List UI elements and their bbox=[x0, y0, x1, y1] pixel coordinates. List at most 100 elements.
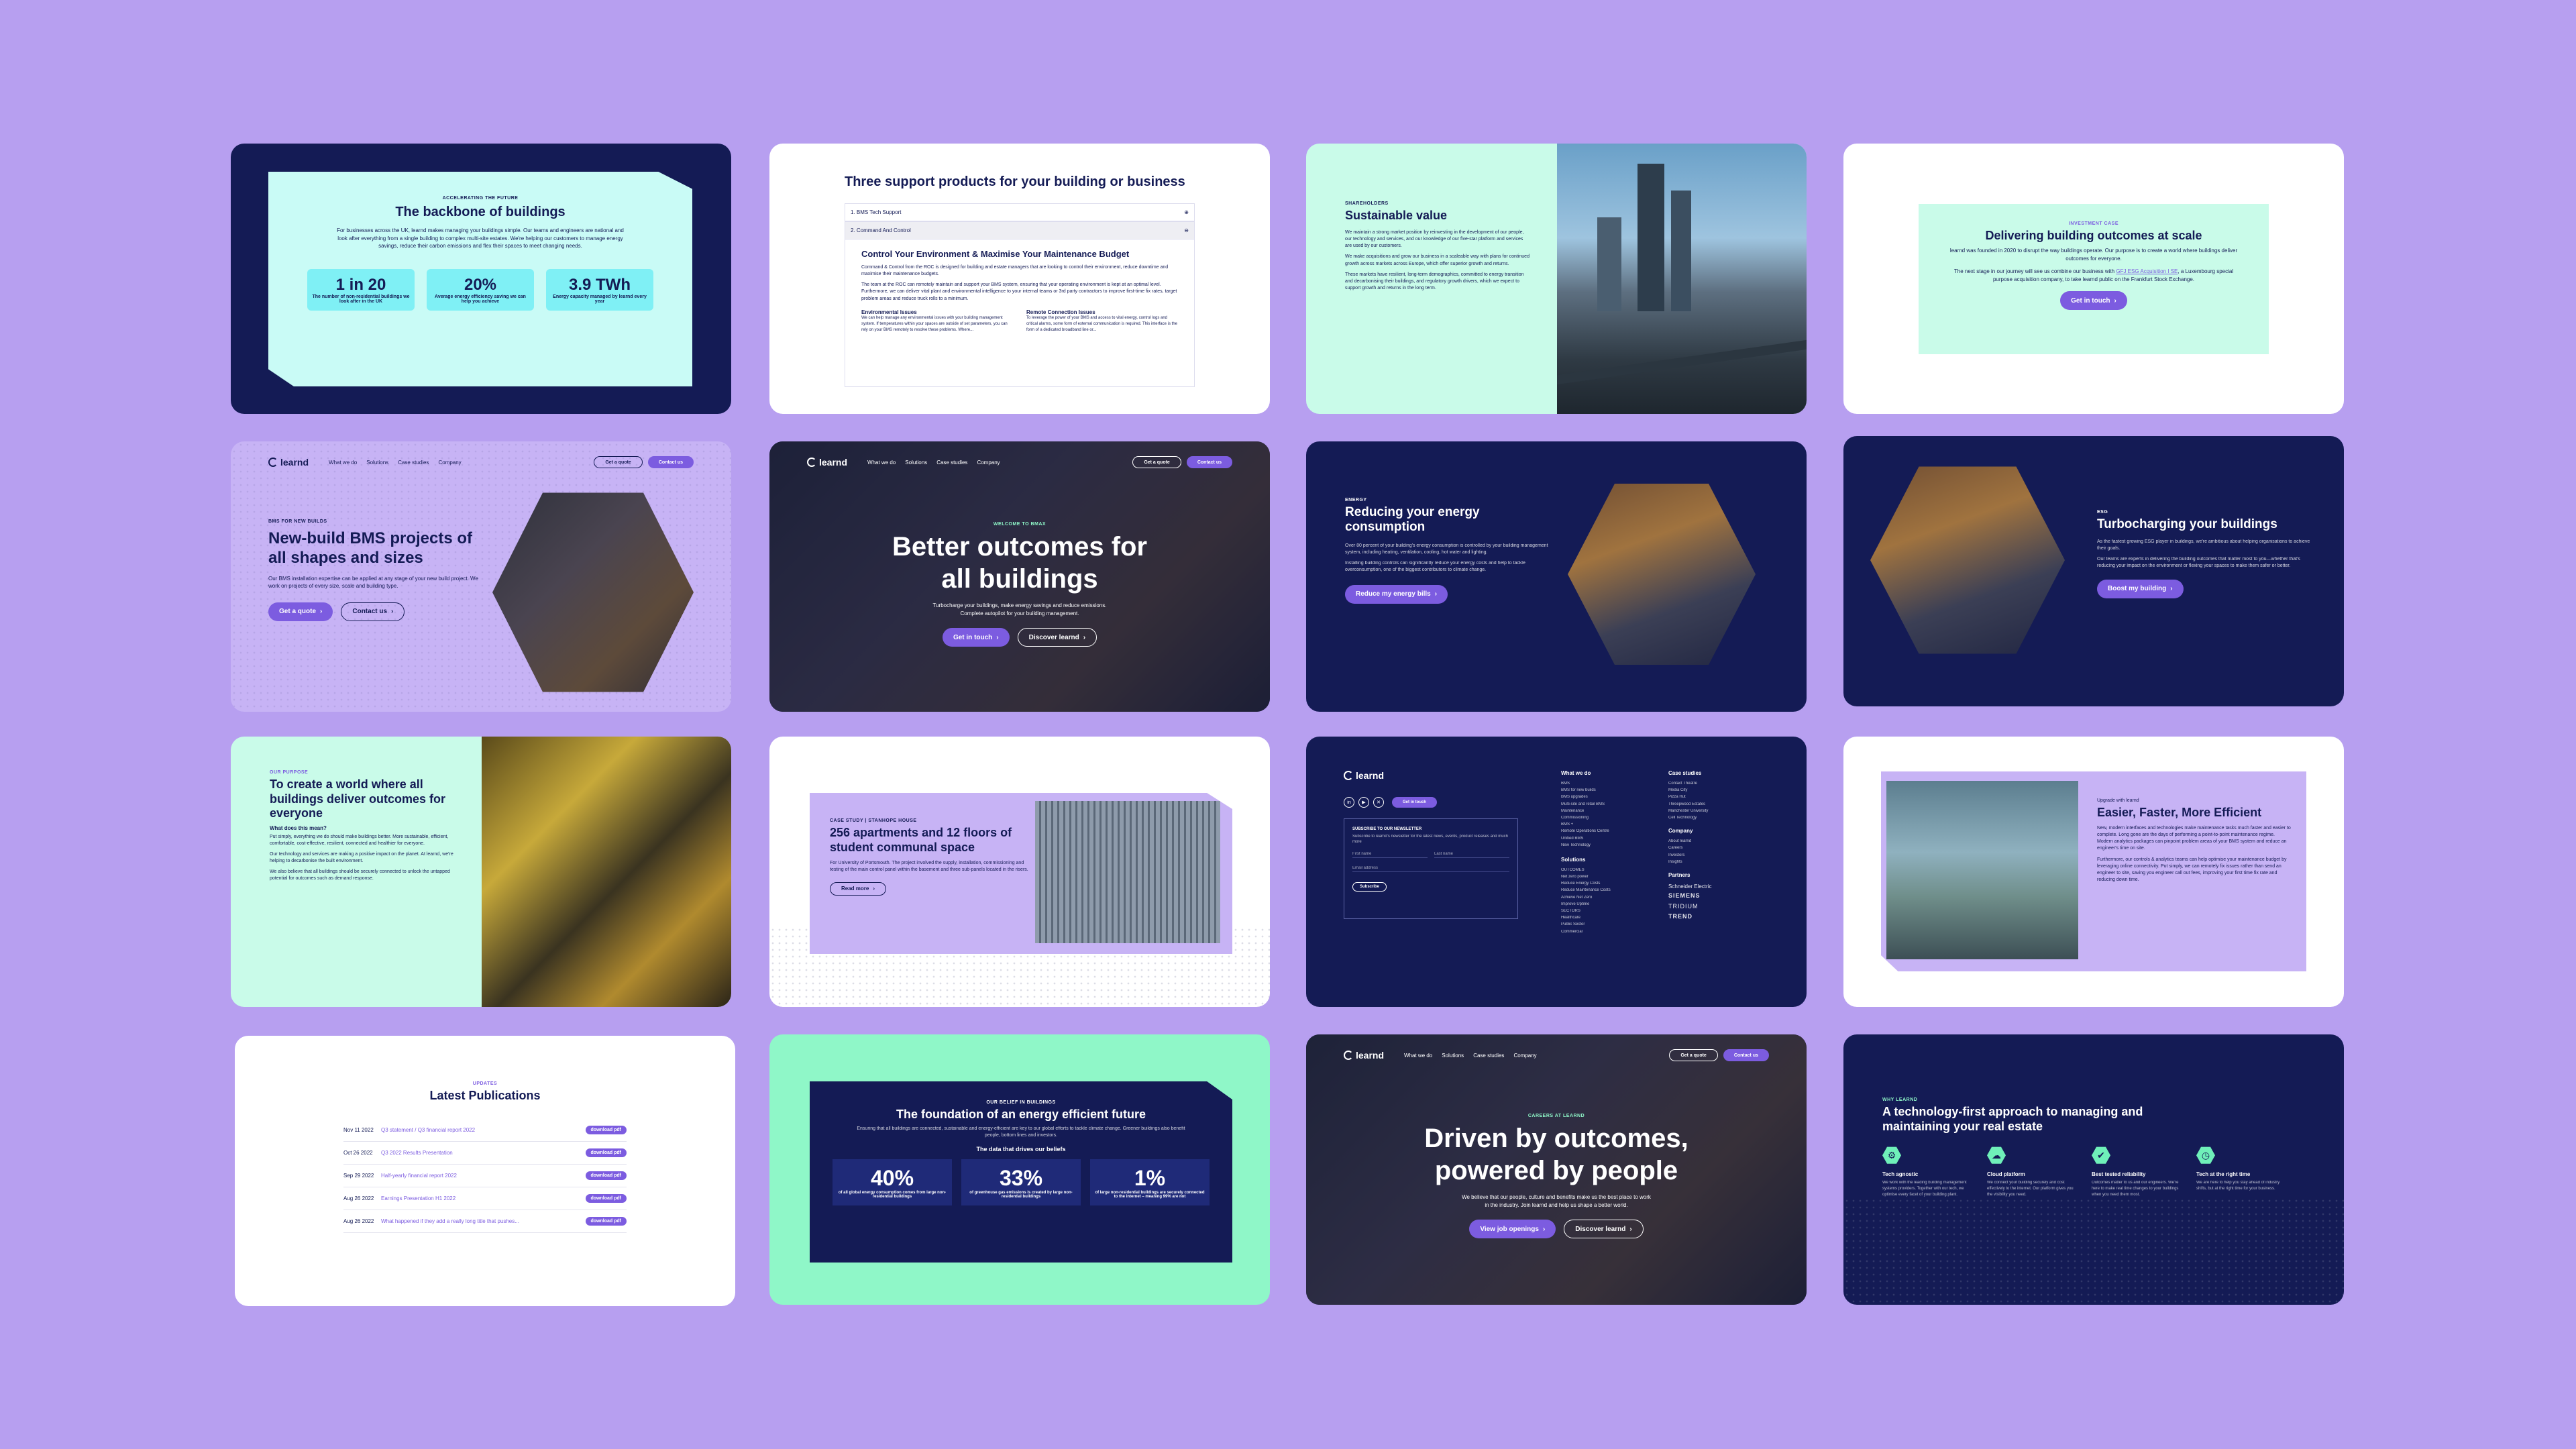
feature-body: We connect your building securely and co… bbox=[1987, 1181, 2074, 1197]
feature-title: Best tested reliability bbox=[2092, 1171, 2146, 1178]
get-a-quote-button[interactable]: Get a quote bbox=[1669, 1049, 1718, 1061]
footer-link[interactable]: BMS for new builds bbox=[1561, 787, 1662, 794]
hero-body: Turbocharge your buildings, make energy … bbox=[932, 602, 1107, 616]
contact-us-button[interactable]: Contact us bbox=[1186, 456, 1232, 468]
card-upgrade: Upgrade with learnd Easier, Faster, More… bbox=[1843, 737, 2344, 1007]
reduce-energy-bills-button[interactable]: Reduce my energy bills › bbox=[1345, 584, 1448, 604]
stat-card: 40% of all global energy consumption come… bbox=[833, 1159, 952, 1206]
download-pdf-button[interactable]: download pdf bbox=[585, 1194, 627, 1203]
footer-link[interactable]: Multi-site and retail BMS bbox=[1561, 801, 1662, 808]
footer-link[interactable]: BMS + bbox=[1561, 821, 1662, 828]
logo-mark-icon bbox=[268, 458, 278, 467]
features-row: ⚙ Tech agnostic We work with the leading b… bbox=[1882, 1146, 2312, 1198]
footer-link[interactable]: BMS upgrades bbox=[1561, 794, 1662, 800]
learnd-logo[interactable]: learnd bbox=[1344, 770, 1518, 781]
download-pdf-button[interactable]: download pdf bbox=[585, 1171, 627, 1180]
nav-item-what-we-do[interactable]: What we do bbox=[1404, 1053, 1432, 1059]
twitter-icon[interactable]: ✕ bbox=[1373, 797, 1384, 808]
read-more-button[interactable]: Read more › bbox=[830, 881, 887, 896]
nav-item-solutions[interactable]: Solutions bbox=[1442, 1053, 1464, 1059]
learnd-logo[interactable]: learnd bbox=[268, 457, 309, 468]
download-pdf-button[interactable]: download pdf bbox=[585, 1126, 627, 1134]
first-name-field[interactable]: First name bbox=[1352, 852, 1428, 858]
pub-date: Oct 26 2022 bbox=[343, 1150, 373, 1156]
subscribe-button[interactable]: Subscribe bbox=[1352, 881, 1387, 892]
nav-item-what-we-do[interactable]: What we do bbox=[867, 460, 896, 466]
footer-link[interactable]: Contact Theatre bbox=[1668, 780, 1769, 787]
nav-item-solutions[interactable]: Solutions bbox=[905, 460, 927, 466]
get-in-touch-button[interactable]: Get in touch bbox=[1392, 797, 1437, 808]
nav-item-case-studies[interactable]: Case studies bbox=[936, 460, 967, 466]
footer-link[interactable]: Remote Operations Centre bbox=[1561, 828, 1662, 835]
pub-title-link[interactable]: What happened if they add a really long … bbox=[381, 1218, 586, 1224]
learnd-logo[interactable]: learnd bbox=[1344, 1050, 1384, 1061]
linkedin-icon[interactable]: in bbox=[1344, 797, 1354, 808]
footer-link[interactable]: Manchester University bbox=[1668, 808, 1769, 814]
footer-link[interactable]: Reduce Energy Costs bbox=[1561, 880, 1662, 887]
column-title: Partners bbox=[1668, 871, 1690, 878]
get-in-touch-button[interactable]: Get in touch › bbox=[2060, 291, 2127, 311]
acquisition-link[interactable]: GFJ ESG Acquisition I SE bbox=[2116, 268, 2178, 274]
footer-link[interactable]: Pizza Hut bbox=[1668, 794, 1769, 800]
nav-item-case-studies[interactable]: Case studies bbox=[1473, 1053, 1504, 1059]
footer-link[interactable]: Insights bbox=[1668, 859, 1769, 865]
discover-learnd-button[interactable]: Discover learnd › bbox=[1017, 628, 1097, 647]
email-field[interactable]: Email address bbox=[1352, 866, 1509, 872]
pub-date: Nov 11 2022 bbox=[343, 1127, 374, 1133]
get-a-quote-button[interactable]: Get a quote › bbox=[268, 602, 333, 621]
section-title: Latest Publications bbox=[429, 1089, 541, 1102]
stat-card: 3.9 TWh Energy capacity managed by learnd… bbox=[546, 268, 653, 311]
discover-learnd-button[interactable]: Discover learnd › bbox=[1564, 1220, 1644, 1239]
pub-title-link[interactable]: Half-yearly financial report 2022 bbox=[381, 1173, 586, 1179]
footer-link[interactable]: Careers bbox=[1668, 845, 1769, 851]
nav-item-case-studies[interactable]: Case studies bbox=[398, 460, 429, 466]
view-job-openings-button[interactable]: View job openings › bbox=[1469, 1220, 1556, 1239]
nav-item-what-we-do[interactable]: What we do bbox=[329, 460, 357, 466]
eyebrow: WHY LEARND bbox=[1882, 1097, 1918, 1102]
footer-link[interactable]: Reduce Maintenance Costs bbox=[1561, 887, 1662, 894]
nav-item-company[interactable]: Company bbox=[438, 460, 461, 466]
get-in-touch-button[interactable]: Get in touch › bbox=[942, 628, 1010, 647]
card-careers: learnd What we do Solutions Case studies… bbox=[1306, 1034, 1807, 1305]
footer-link[interactable]: Threepwood Estates bbox=[1668, 801, 1769, 808]
contact-us-button[interactable]: Contact us bbox=[1723, 1049, 1769, 1061]
eyebrow: CAREERS AT LEARND bbox=[1527, 1114, 1585, 1118]
footer-link[interactable]: Commissioning bbox=[1561, 814, 1662, 821]
contact-us-button[interactable]: Contact us › bbox=[341, 602, 405, 621]
footer-link[interactable]: BMS bbox=[1561, 780, 1662, 787]
footer-link[interactable]: Achieve Net Zero bbox=[1561, 894, 1662, 901]
eyebrow: OUR PURPOSE bbox=[270, 770, 309, 775]
footer-link[interactable]: Commercial bbox=[1561, 928, 1662, 935]
pub-title-link[interactable]: Q3 statement / Q3 financial report 2022 bbox=[381, 1127, 586, 1133]
boost-building-button[interactable]: Boost my building › bbox=[2097, 579, 2184, 598]
footer-link[interactable]: About learnd bbox=[1668, 838, 1769, 845]
footer-link[interactable]: New Technology bbox=[1561, 842, 1662, 849]
learnd-logo[interactable]: learnd bbox=[807, 457, 847, 468]
pub-title-link[interactable]: Q3 2022 Results Presentation bbox=[381, 1150, 586, 1156]
nav-item-company[interactable]: Company bbox=[1513, 1053, 1536, 1059]
footer-link[interactable]: Improve Uptime bbox=[1561, 901, 1662, 908]
footer-link[interactable]: Healthcare bbox=[1561, 914, 1662, 921]
download-pdf-button[interactable]: download pdf bbox=[585, 1148, 627, 1157]
footer-link[interactable]: Public Sector bbox=[1561, 921, 1662, 928]
get-a-quote-button[interactable]: Get a quote bbox=[1132, 456, 1181, 468]
footer-link[interactable]: Investors bbox=[1668, 852, 1769, 859]
footer-link[interactable]: Net zero power bbox=[1561, 873, 1662, 880]
youtube-icon[interactable]: ▶ bbox=[1358, 797, 1369, 808]
download-pdf-button[interactable]: download pdf bbox=[585, 1217, 627, 1226]
office-people-photo bbox=[1886, 781, 2078, 959]
nav-item-company[interactable]: Company bbox=[977, 460, 1000, 466]
nav-item-solutions[interactable]: Solutions bbox=[366, 460, 388, 466]
footer-link[interactable]: Unified BMS bbox=[1561, 835, 1662, 842]
accordion-item-command-control[interactable]: 2. Command And Control ⊖ bbox=[845, 221, 1195, 239]
footer-link[interactable]: Maintenance bbox=[1561, 808, 1662, 814]
footer-link[interactable]: Cell Technology bbox=[1668, 814, 1769, 821]
eyebrow: OUR BELIEF IN BUILDINGS bbox=[986, 1100, 1056, 1105]
accordion-item-bms-tech-support[interactable]: 1. BMS Tech Support ⊕ bbox=[845, 203, 1195, 221]
get-a-quote-button[interactable]: Get a quote bbox=[594, 456, 643, 468]
contact-us-button[interactable]: Contact us bbox=[647, 456, 694, 468]
footer-link[interactable]: Media City bbox=[1668, 787, 1769, 794]
pub-title-link[interactable]: Earnings Presentation H1 2022 bbox=[381, 1195, 586, 1201]
section-subtitle: What does this mean? bbox=[270, 824, 327, 831]
last-name-field[interactable]: Last name bbox=[1434, 852, 1509, 858]
